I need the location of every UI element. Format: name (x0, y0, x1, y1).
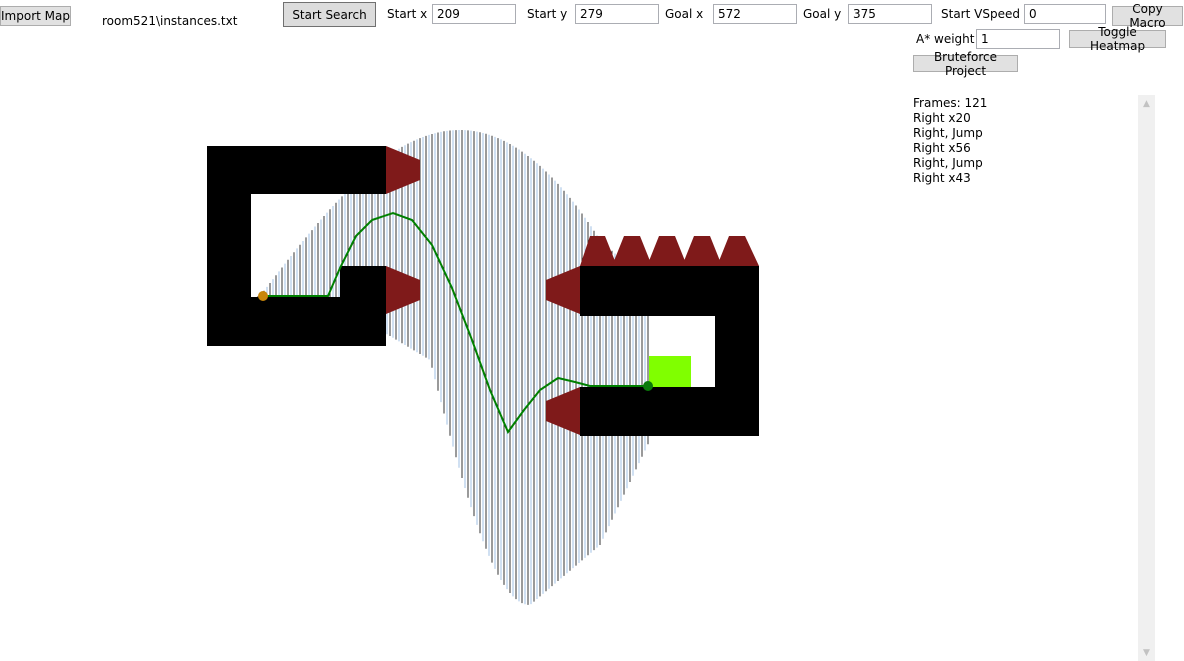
chevron-up-icon[interactable]: ▲ (1138, 95, 1155, 112)
goal-block (649, 356, 691, 387)
macro-line: Right x20 (913, 111, 971, 125)
map-canvas[interactable] (0, 0, 900, 661)
macro-line: Right, Jump (913, 156, 983, 170)
macro-line: Right x43 (913, 171, 971, 185)
start-marker (258, 291, 268, 301)
macro-line: Frames: 121 (913, 96, 988, 110)
spike-row-top (580, 236, 759, 266)
start-vspeed-input[interactable] (1024, 4, 1106, 24)
chevron-down-icon[interactable]: ▼ (1138, 644, 1155, 661)
macro-line: Right x56 (913, 141, 971, 155)
start-vspeed-label: Start VSpeed (941, 7, 1020, 21)
spike-left-top (386, 146, 420, 194)
goal-marker (643, 381, 653, 391)
bruteforce-project-button[interactable]: Bruteforce Project (913, 50, 1018, 78)
astar-weight-input[interactable] (976, 29, 1060, 49)
astar-weight-label: A* weight (916, 32, 975, 46)
toggle-heatmap-button[interactable]: Toggle Heatmap (1069, 25, 1166, 53)
left-wall-structure (207, 146, 386, 346)
macro-output: Frames: 121 Right x20 Right, Jump Right … (913, 96, 1133, 186)
macro-scrollbar[interactable]: ▲ ▼ (1138, 95, 1155, 661)
heatmap-trajectories (257, 130, 649, 605)
macro-line: Right, Jump (913, 126, 983, 140)
copy-macro-button[interactable]: Copy Macro (1112, 2, 1183, 30)
spike-right-bottom (546, 387, 580, 435)
right-wall-structure (580, 266, 759, 436)
spike-right-top (546, 266, 580, 314)
spike-left-mid (386, 266, 420, 314)
